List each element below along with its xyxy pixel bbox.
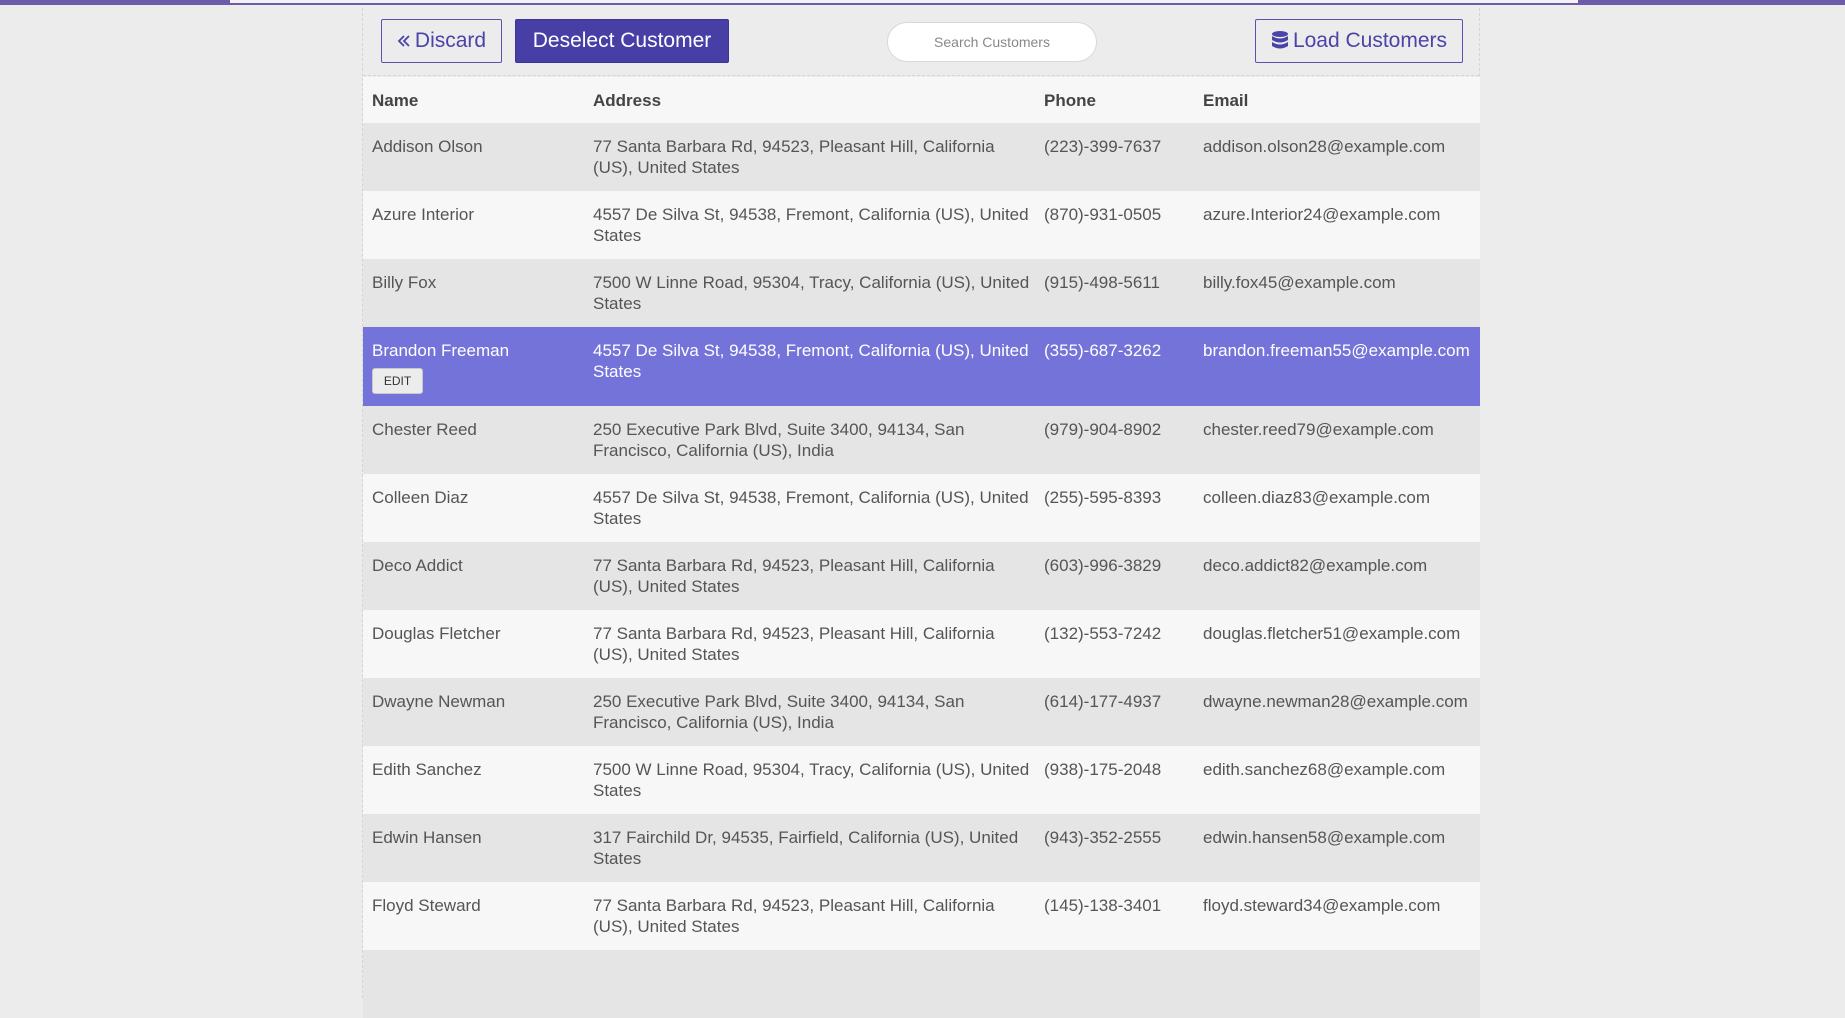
customer-address: 4557 De Silva St, 94538, Fremont, Califo… <box>593 341 1029 381</box>
customer-phone: (915)-498-5611 <box>1044 273 1160 292</box>
customer-address: 77 Santa Barbara Rd, 94523, Pleasant Hil… <box>593 896 995 936</box>
table-row-selected[interactable]: Brandon Freeman EDIT 4557 De Silva St, 9… <box>363 327 1480 406</box>
customer-name: Edwin Hansen <box>372 828 482 847</box>
table-row[interactable]: Deco Addict 77 Santa Barbara Rd, 94523, … <box>363 542 1480 610</box>
table-row[interactable]: Billy Fox 7500 W Linne Road, 95304, Trac… <box>363 259 1480 327</box>
table-header-row: Name Address Phone Email <box>363 77 1480 123</box>
customer-phone: (145)-138-3401 <box>1044 896 1162 915</box>
customer-address: 7500 W Linne Road, 95304, Tracy, Califor… <box>593 273 1030 313</box>
table-row[interactable]: Edith Sanchez 7500 W Linne Road, 95304, … <box>363 746 1480 814</box>
customer-email: edith.sanchez68@example.com <box>1203 760 1446 779</box>
customer-phone: (223)-399-7637 <box>1044 137 1162 156</box>
customer-address: 4557 De Silva St, 94538, Fremont, Califo… <box>593 488 1029 528</box>
customer-name: Chester Reed <box>372 420 477 439</box>
table-row[interactable]: Edwin Hansen 317 Fairchild Dr, 94535, Fa… <box>363 814 1480 882</box>
header-name: Name <box>372 91 419 110</box>
table-row[interactable]: Floyd Steward 77 Santa Barbara Rd, 94523… <box>363 882 1480 950</box>
customer-phone: (938)-175-2048 <box>1044 760 1162 779</box>
table-row[interactable]: Azure Interior 4557 De Silva St, 94538, … <box>363 191 1480 259</box>
header-phone: Phone <box>1044 91 1096 110</box>
customer-email: azure.Interior24@example.com <box>1203 205 1441 224</box>
load-customers-button[interactable]: Load Customers <box>1255 19 1463 63</box>
customer-name: Floyd Steward <box>372 896 481 915</box>
customer-name: Brandon Freeman <box>372 341 510 360</box>
customer-email: douglas.fletcher51@example.com <box>1203 624 1461 643</box>
customer-phone: (603)-996-3829 <box>1044 556 1162 575</box>
table-row[interactable]: Colleen Diaz 4557 De Silva St, 94538, Fr… <box>363 474 1480 542</box>
customer-table: Name Address Phone Email Addison Olson 7… <box>363 77 1480 1018</box>
header-email: Email <box>1203 91 1249 110</box>
customer-address: 317 Fairchild Dr, 94535, Fairfield, Cali… <box>593 828 1019 868</box>
customer-phone: (132)-553-7242 <box>1044 624 1162 643</box>
top-bar-progress <box>230 0 1578 3</box>
control-bar: Discard Deselect Customer Load Customers <box>363 8 1479 76</box>
header-address: Address <box>593 91 662 110</box>
customer-name: Colleen Diaz <box>372 488 469 507</box>
customer-address: 77 Santa Barbara Rd, 94523, Pleasant Hil… <box>593 556 995 596</box>
customer-email: billy.fox45@example.com <box>1203 273 1396 292</box>
customer-phone: (870)-931-0505 <box>1044 205 1162 224</box>
table-row-partial[interactable] <box>363 950 1480 1018</box>
customer-address: 250 Executive Park Blvd, Suite 3400, 941… <box>593 420 965 460</box>
customer-address: 4557 De Silva St, 94538, Fremont, Califo… <box>593 205 1029 245</box>
customer-name: Douglas Fletcher <box>372 624 501 643</box>
discard-button[interactable]: Discard <box>381 19 502 63</box>
top-bar <box>0 0 1845 5</box>
database-icon <box>1271 30 1289 52</box>
double-chevron-left-icon <box>397 34 411 48</box>
customer-address: 250 Executive Park Blvd, Suite 3400, 941… <box>593 692 965 732</box>
customer-list-panel: Discard Deselect Customer Load Customers… <box>362 8 1480 1018</box>
customer-email: edwin.hansen58@example.com <box>1203 828 1446 847</box>
customer-address: 77 Santa Barbara Rd, 94523, Pleasant Hil… <box>593 137 995 177</box>
customer-name: Dwayne Newman <box>372 692 506 711</box>
table-row[interactable]: Dwayne Newman 250 Executive Park Blvd, S… <box>363 678 1480 746</box>
table-row[interactable]: Chester Reed 250 Executive Park Blvd, Su… <box>363 406 1480 474</box>
customer-email: colleen.diaz83@example.com <box>1203 488 1431 507</box>
customer-name: Billy Fox <box>372 273 437 292</box>
customer-email: dwayne.newman28@example.com <box>1203 692 1468 711</box>
table-row[interactable]: Addison Olson 77 Santa Barbara Rd, 94523… <box>363 123 1480 191</box>
customer-email: addison.olson28@example.com <box>1203 137 1446 156</box>
customer-phone: (979)-904-8902 <box>1044 420 1162 439</box>
customer-phone: (614)-177-4937 <box>1044 692 1162 711</box>
customer-email: floyd.steward34@example.com <box>1203 896 1441 915</box>
customer-phone: (943)-352-2555 <box>1044 828 1162 847</box>
customer-phone: (355)-687-3262 <box>1044 341 1162 360</box>
deselect-customer-label: Deselect Customer <box>532 29 712 52</box>
search-customers-input[interactable] <box>887 22 1097 62</box>
table-row[interactable]: Douglas Fletcher 77 Santa Barbara Rd, 94… <box>363 610 1480 678</box>
customer-email: deco.addict82@example.com <box>1203 556 1428 575</box>
load-customers-label: Load Customers <box>1292 29 1448 52</box>
customer-name: Deco Addict <box>372 556 463 575</box>
customer-email: brandon.freeman55@example.com <box>1203 341 1470 360</box>
customer-name: Addison Olson <box>372 137 483 156</box>
customer-name: Azure Interior <box>372 205 475 224</box>
deselect-customer-button[interactable]: Deselect Customer <box>515 19 729 63</box>
customer-address: 77 Santa Barbara Rd, 94523, Pleasant Hil… <box>593 624 995 664</box>
customer-name: Edith Sanchez <box>372 760 482 779</box>
customer-phone: (255)-595-8393 <box>1044 488 1162 507</box>
discard-label: Discard <box>414 29 487 52</box>
edit-customer-button[interactable]: EDIT <box>372 368 423 394</box>
customer-email: chester.reed79@example.com <box>1203 420 1434 439</box>
customer-address: 7500 W Linne Road, 95304, Tracy, Califor… <box>593 760 1030 800</box>
